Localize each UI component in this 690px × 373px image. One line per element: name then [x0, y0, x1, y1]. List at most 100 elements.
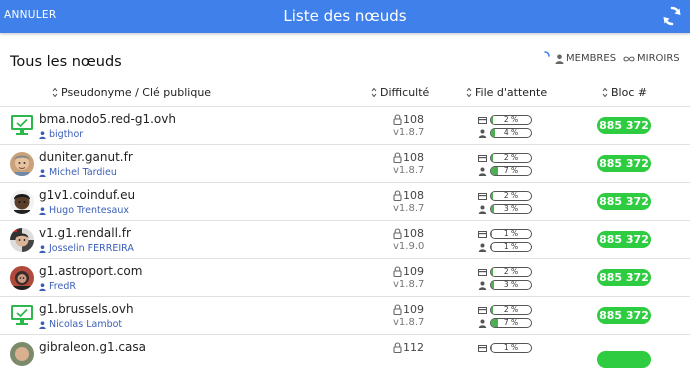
- lock-icon: [393, 304, 402, 315]
- loading-spinner-icon: [544, 51, 550, 57]
- queue-member-text: 1 %: [503, 242, 519, 251]
- queue-pool-fill: [491, 306, 493, 314]
- card-icon: [478, 192, 487, 200]
- block-badge: 885 372: [597, 155, 651, 172]
- node-difficulty: 109: [393, 303, 424, 316]
- queue-member-text: 3 %: [503, 280, 519, 289]
- queue-member-fill: [491, 167, 498, 175]
- card-icon: [478, 268, 487, 276]
- sort-queue-header[interactable]: File d'attente: [466, 86, 547, 99]
- node-difficulty: 108: [393, 113, 424, 126]
- queue-member-text: 4 %: [503, 128, 519, 137]
- mirrors-filter[interactable]: MIROIRS: [623, 53, 680, 64]
- node-version: v1.8.7: [393, 279, 425, 290]
- node-row[interactable]: g1.brussels.ovh Nicolas Lambot 109 v1.8.…: [0, 296, 690, 335]
- queue-pool-text: 2 %: [503, 267, 519, 276]
- node-uid[interactable]: bigthor: [39, 129, 83, 140]
- node-difficulty: 109: [393, 265, 424, 278]
- members-filter-label: MEMBRES: [566, 53, 617, 64]
- node-row[interactable]: v1.g1.rendall.fr Josselin FERREIRA 108 v…: [0, 220, 690, 259]
- queue-pool: 1 %: [478, 343, 538, 353]
- refresh-icon[interactable]: [662, 5, 682, 27]
- queue-member: 7 %: [478, 318, 538, 328]
- queue-member-bar: 3 %: [490, 204, 532, 214]
- lock-icon: [393, 190, 402, 201]
- queue-pool-fill: [491, 344, 492, 352]
- person-icon: [555, 54, 564, 64]
- person-icon: [39, 206, 46, 215]
- node-uid-label: Hugo Trentesaux: [49, 205, 129, 216]
- queue-pool-bar: 2 %: [490, 305, 532, 315]
- queue-pool-bar: 2 %: [490, 153, 532, 163]
- node-row[interactable]: gibraleon.g1.casa 112 1 %: [0, 334, 690, 373]
- node-uid[interactable]: FredR: [39, 281, 76, 292]
- node-uid[interactable]: Hugo Trentesaux: [39, 205, 129, 216]
- node-difficulty-value: 108: [403, 113, 424, 126]
- person-icon: [39, 130, 46, 139]
- node-difficulty: 108: [393, 227, 424, 240]
- node-row[interactable]: duniter.ganut.fr Michel Tardieu 108 v1.8…: [0, 144, 690, 183]
- queue-pool-fill: [491, 230, 492, 238]
- queue-member: 1 %: [478, 242, 538, 252]
- queue-pool: 2 %: [478, 115, 538, 125]
- node-difficulty-value: 108: [403, 151, 424, 164]
- queue-member-fill: [491, 243, 492, 251]
- node-uid-label: Josselin FERREIRA: [49, 243, 134, 254]
- node-uid-label: Nicolas Lambot: [49, 319, 123, 330]
- node-uid[interactable]: Josselin FERREIRA: [39, 243, 134, 254]
- node-uid[interactable]: Michel Tardieu: [39, 167, 117, 178]
- queue-pool-fill: [491, 268, 493, 276]
- lock-icon: [393, 228, 402, 239]
- members-filter[interactable]: MEMBRES: [555, 53, 616, 64]
- avatar: [10, 266, 34, 290]
- node-difficulty-value: 108: [403, 189, 424, 202]
- node-uid[interactable]: Nicolas Lambot: [39, 319, 122, 330]
- person-icon: [478, 243, 487, 252]
- queue-pool-text: 1 %: [503, 343, 519, 352]
- sort-icon: [602, 87, 608, 98]
- node-difficulty: 108: [393, 151, 424, 164]
- block-badge: 885 372: [597, 231, 651, 248]
- avatar: [10, 342, 34, 366]
- queue-member: 4 %: [478, 128, 538, 138]
- node-row[interactable]: g1.astroport.com FredR 109 v1.8.7 2 % 3 …: [0, 258, 690, 297]
- block-badge: 885 372: [597, 117, 651, 134]
- queue-member-fill: [491, 129, 495, 137]
- card-icon: [478, 116, 487, 124]
- lock-icon: [393, 114, 402, 125]
- table-header: Pseudonyme / Clé publique Difficulté Fil…: [0, 84, 690, 104]
- node-version: v1.8.7: [393, 317, 425, 328]
- queue-pool-text: 1 %: [503, 229, 519, 238]
- queue-member-bar: 7 %: [490, 318, 532, 328]
- node-host: v1.g1.rendall.fr: [39, 226, 131, 240]
- queue-pool-fill: [491, 154, 493, 162]
- queue-member-fill: [491, 205, 494, 213]
- queue-pool-bar: 1 %: [490, 229, 532, 239]
- node-row[interactable]: bma.nodo5.red-g1.ovh bigthor 108 v1.8.7 …: [0, 106, 690, 145]
- person-icon: [39, 244, 46, 253]
- queue-pool-text: 2 %: [503, 305, 519, 314]
- card-icon: [478, 230, 487, 238]
- node-difficulty: 112: [393, 341, 424, 354]
- sort-difficulty-header[interactable]: Difficulté: [371, 86, 429, 99]
- node-uid-label: bigthor: [49, 129, 84, 140]
- node-version: v1.8.7: [393, 203, 425, 214]
- node-host: gibraleon.g1.casa: [39, 340, 146, 354]
- node-row[interactable]: g1v1.coinduf.eu Hugo Trentesaux 108 v1.8…: [0, 182, 690, 221]
- sort-block-header[interactable]: Bloc #: [602, 86, 647, 99]
- sort-icon: [371, 87, 377, 98]
- queue-pool-bar: 2 %: [490, 115, 532, 125]
- queue-pool-fill: [491, 192, 493, 200]
- queue-pool-fill: [491, 116, 493, 124]
- sort-pseudo-header[interactable]: Pseudonyme / Clé publique: [52, 86, 211, 99]
- sort-icon: [466, 87, 472, 98]
- avatar: [10, 228, 34, 252]
- queue-pool: 2 %: [478, 153, 538, 163]
- node-difficulty-value: 109: [403, 303, 424, 316]
- queue-pool: 2 %: [478, 191, 538, 201]
- column-difficulty-label: Difficulté: [380, 86, 430, 99]
- lock-icon: [393, 152, 402, 163]
- node-version: v1.8.7: [393, 165, 425, 176]
- node-host: bma.nodo5.red-g1.ovh: [39, 112, 176, 126]
- server-icon: [11, 305, 33, 325]
